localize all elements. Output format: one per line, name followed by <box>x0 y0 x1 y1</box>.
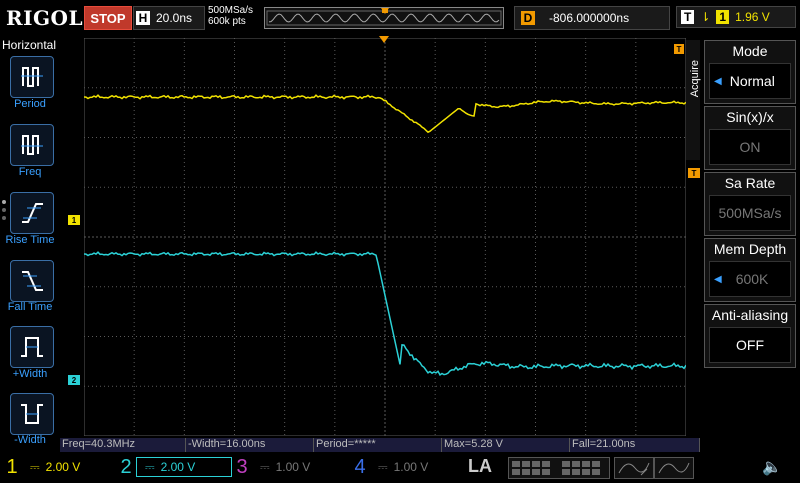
horizontal-key: H <box>136 11 150 25</box>
brand-logo: RIGOL <box>6 6 84 30</box>
sinx-label: Sin(x)/x <box>726 109 774 125</box>
mode-label: Mode <box>732 43 768 59</box>
trigger-edge-icon: ⇂ <box>700 10 711 24</box>
acquire-menu-title: Acquire <box>689 60 701 98</box>
speaker-mute-icon[interactable]: 🔈 <box>762 457 782 477</box>
channel-1-offset-marker[interactable]: 1 <box>68 215 80 225</box>
freq-button[interactable] <box>10 124 54 166</box>
trigger-key: T <box>681 10 695 24</box>
memory-overview-strip[interactable] <box>264 7 504 29</box>
anti-aliasing-value: OFF <box>709 327 791 363</box>
channel-2-tab[interactable]: 2 ⎓ 2.00 V <box>116 456 232 478</box>
page-dot <box>2 208 6 212</box>
sa-rate-value: 500MSa/s <box>709 195 791 231</box>
measurement-period[interactable]: Period=***** <box>314 438 442 452</box>
mem-depth-button[interactable]: Mem Depth ◀ 600K <box>704 238 796 302</box>
decode-2-icon[interactable] <box>654 457 694 479</box>
sinx-value: ON <box>709 129 791 165</box>
channel-2-scale: 2.00 V <box>160 460 196 474</box>
period-icon <box>21 67 43 87</box>
left-arrow-icon: ◀ <box>714 75 722 87</box>
measurement-bar: Freq=40.3MHz -Width=16.00ns Period=*****… <box>60 438 700 452</box>
trigger-box[interactable]: T ⇂ 1 1.96 V <box>676 6 796 28</box>
positive-width-button[interactable] <box>10 326 54 368</box>
dc-coupling-icon: ⎓ <box>378 459 388 474</box>
fall-time-icon <box>22 271 43 291</box>
mem-depth-value: 600K <box>735 271 769 287</box>
channel-4-scale: 1.00 V <box>393 460 429 474</box>
period-label: Period <box>14 98 46 110</box>
channel-3-scale: 1.00 V <box>275 460 311 474</box>
acquire-menu-header <box>686 40 700 160</box>
measurement-freq[interactable]: Freq=40.3MHz <box>60 438 186 452</box>
rise-time-button[interactable] <box>10 192 54 234</box>
left-arrow-icon: ◀ <box>714 273 722 285</box>
digital-channels-icon[interactable] <box>508 457 610 479</box>
anti-aliasing-button[interactable]: Anti-aliasing OFF <box>704 304 796 368</box>
decode-1-icon[interactable] <box>614 457 654 479</box>
positive-width-label: +Width <box>12 368 48 380</box>
sa-rate-button[interactable]: Sa Rate 500MSa/s <box>704 172 796 236</box>
timebase-value: 20.0ns <box>156 11 193 25</box>
timebase-box[interactable]: H 20.0ns <box>133 6 205 30</box>
channel-2-offset-marker[interactable]: 2 <box>68 375 80 385</box>
la-label[interactable]: LA <box>468 456 492 477</box>
channel-3-number: 3 <box>236 455 248 478</box>
dc-coupling-icon: ⎓ <box>145 459 155 474</box>
delay-key: D <box>521 11 535 25</box>
dc-coupling-icon: ⎓ <box>260 459 270 474</box>
waveform-display[interactable] <box>84 38 686 436</box>
mode-button[interactable]: Mode ◀ Normal <box>704 40 796 104</box>
trigger-level-marker[interactable]: T <box>688 168 700 178</box>
rise-time-label: Rise Time <box>5 234 55 246</box>
channel-3-tab[interactable]: 3 ⎓ 1.00 V <box>232 456 352 478</box>
rise-time-icon <box>22 203 43 223</box>
page-dot <box>2 216 6 220</box>
run-stop-button[interactable]: STOP <box>84 6 132 30</box>
period-button[interactable] <box>10 56 54 98</box>
dc-coupling-icon: ⎓ <box>30 459 40 474</box>
negative-width-icon <box>21 404 43 424</box>
sa-rate-label: Sa Rate <box>724 175 776 191</box>
channel-4-number: 4 <box>354 455 366 478</box>
channel-1-tab[interactable]: 1 ⎓ 2.00 V <box>2 456 112 478</box>
page-dot <box>2 200 6 204</box>
channel-1-scale: 2.00 V <box>45 460 81 474</box>
measurement-fall[interactable]: Fall=21.00ns <box>570 438 700 452</box>
fall-time-label: Fall Time <box>7 301 53 313</box>
fall-time-button[interactable] <box>10 260 54 302</box>
delay-box[interactable]: D -806.000000ns <box>514 6 670 30</box>
trigger-right-marker: T <box>674 44 684 54</box>
sample-rate: 500MSa/s <box>208 5 254 16</box>
sinx-button[interactable]: Sin(x)/x ON <box>704 106 796 170</box>
memory-points: 600k pts <box>208 16 246 27</box>
positive-width-icon <box>21 337 43 357</box>
freq-icon <box>21 135 43 155</box>
channel-4-tab[interactable]: 4 ⎓ 1.00 V <box>350 456 470 478</box>
freq-label: Freq <box>18 166 42 178</box>
horizontal-menu-title: Horizontal <box>2 38 57 52</box>
mem-depth-label: Mem Depth <box>713 241 787 257</box>
negative-width-label: -Width <box>14 434 46 446</box>
sample-info: 500MSa/s 600k pts <box>208 5 253 27</box>
channel-1-number: 1 <box>6 455 18 478</box>
negative-width-button[interactable] <box>10 393 54 435</box>
trigger-source: 1 <box>716 10 730 24</box>
delay-value: -806.000000ns <box>549 11 630 25</box>
measurement-max[interactable]: Max=5.28 V <box>442 438 570 452</box>
mode-value: Normal <box>729 73 775 89</box>
channel-2-number: 2 <box>120 455 132 478</box>
trigger-position-marker[interactable] <box>379 36 389 43</box>
trigger-level: 1.96 V <box>735 10 770 24</box>
measurement-neg-width[interactable]: -Width=16.00ns <box>186 438 314 452</box>
anti-aliasing-label: Anti-aliasing <box>711 307 789 323</box>
